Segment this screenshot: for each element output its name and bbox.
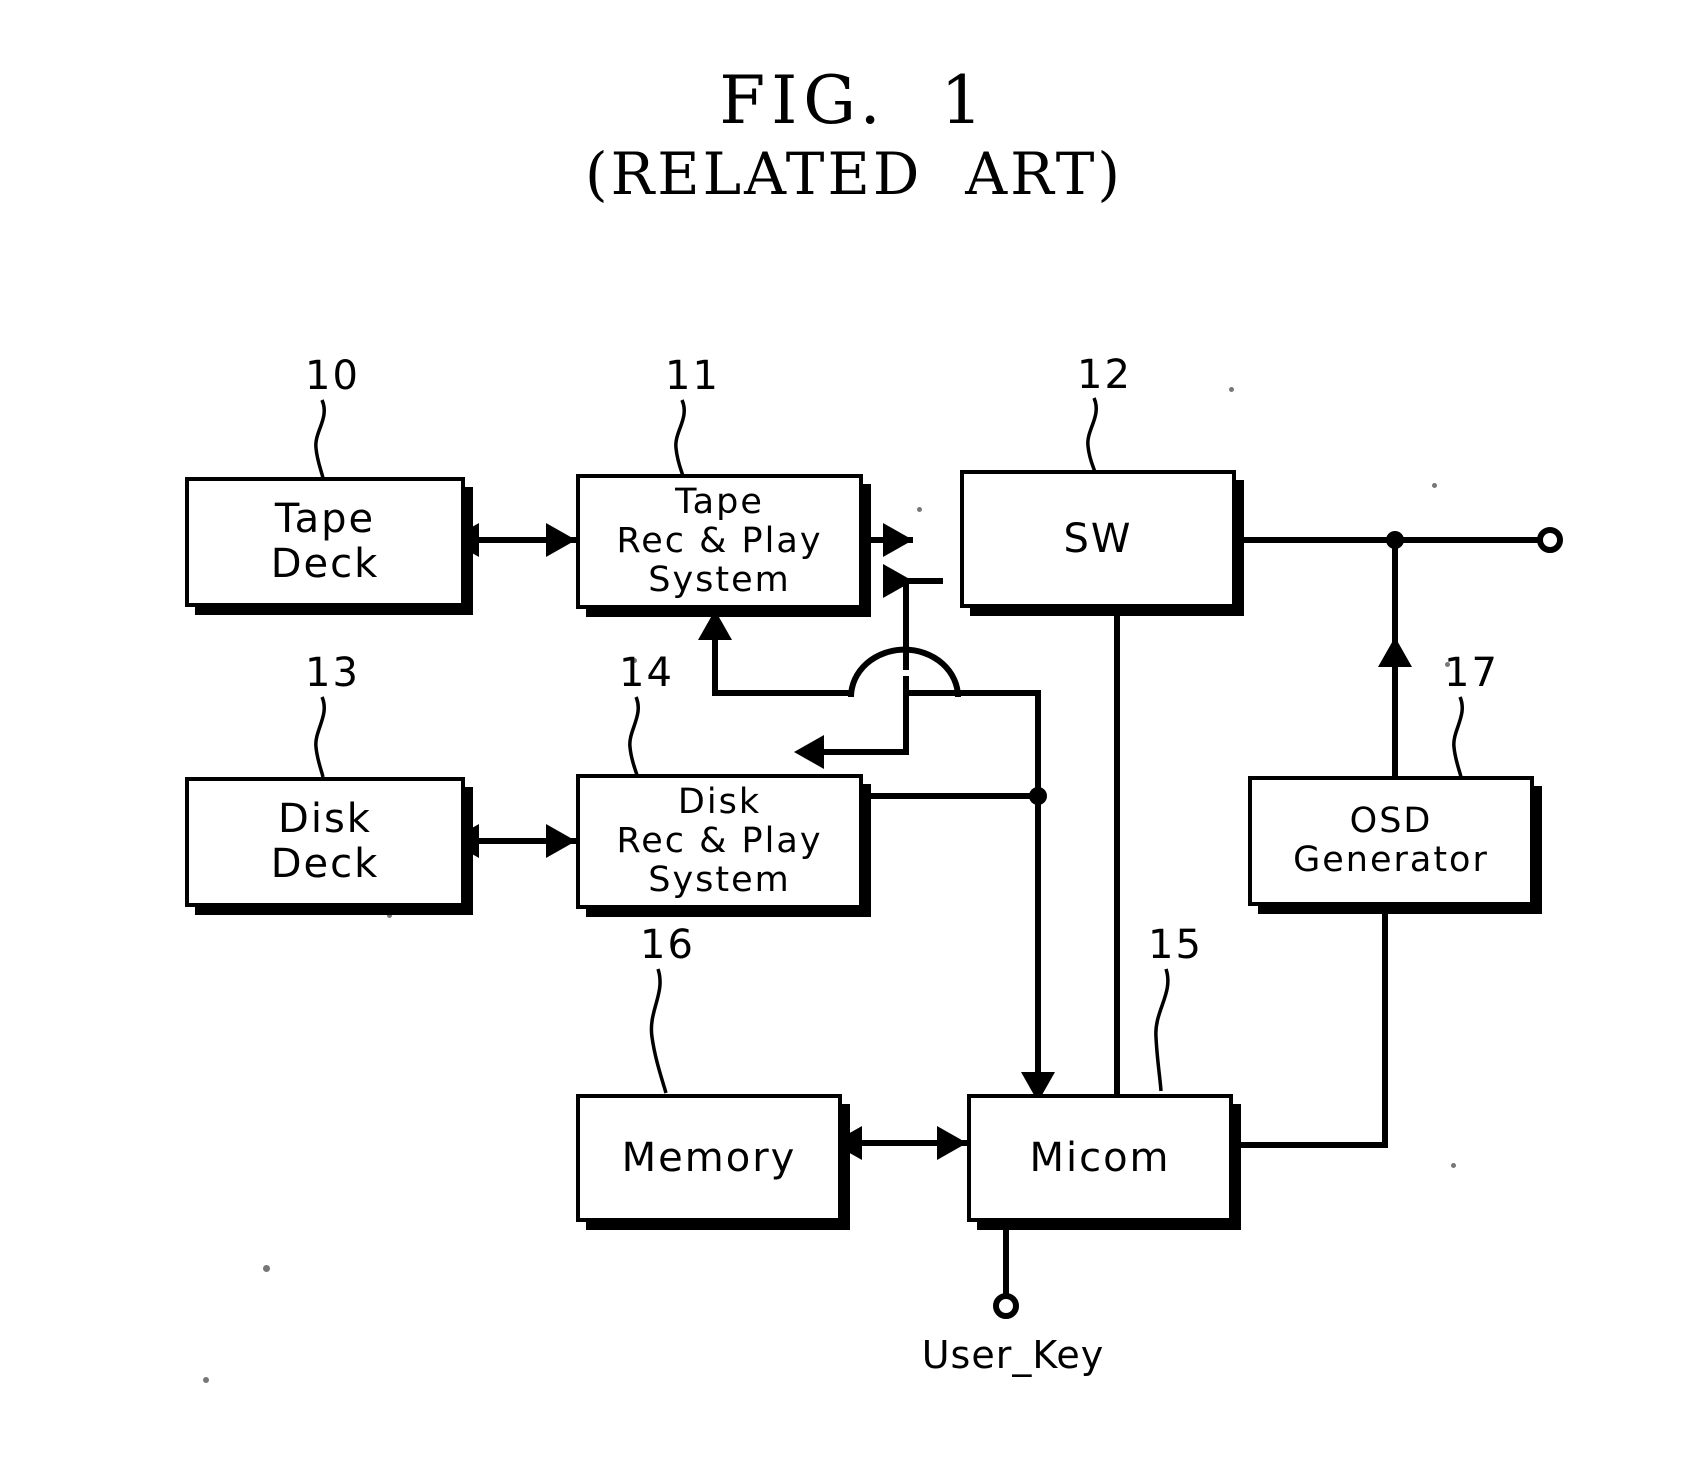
leader-line-17 [1452,696,1464,778]
block-osd-line-1: OSD [1349,800,1433,841]
arrowhead-right-taperecplay [546,523,576,557]
arrowhead-up-osd-to-swoutput [1378,637,1412,667]
leader-line-12 [1086,397,1098,473]
scan-speck [1451,1163,1456,1168]
block-sw[interactable]: SW [960,470,1236,608]
block-tape-rec-line-1: Tape [675,481,764,522]
ref-numeral-17: 17 [1444,650,1499,696]
junction-dot-control-bus [1029,787,1047,805]
wire-micom-to-osd-v [1382,880,1388,1145]
arrowhead-left-diskrecplay-upper [794,735,824,769]
scan-speck [917,507,922,512]
wire-hop-left-h [712,690,852,696]
figure-title: FIG. 1 [719,62,989,139]
block-disk-rec-line-3: System [648,860,791,901]
arrowhead-right-sw-lower [883,564,913,598]
ref-numeral-13: 13 [305,650,360,696]
block-disk-rec-line-1: Disk [677,781,762,822]
wire-hop-icon [848,646,961,698]
arrowhead-right-micom [937,1126,967,1160]
scan-speck [263,1265,270,1272]
block-memory[interactable]: Memory [576,1094,842,1222]
terminal-sw-output [1537,527,1563,553]
block-tape-rec-play-system[interactable]: Tape Rec & Play System [576,474,863,609]
block-tape-deck[interactable]: Tape Deck [185,477,465,607]
block-tape-rec-line-3: System [648,560,791,601]
arrowhead-right-sw [883,523,913,557]
block-tape-deck-line-1: Tape [274,496,376,543]
ref-numeral-10: 10 [305,353,360,399]
block-disk-rec-line-2: Rec & Play [616,820,823,861]
junction-dot-sw-output [1386,531,1404,549]
ref-numeral-15: 15 [1148,922,1203,968]
leader-line-16 [649,968,668,1094]
block-memory-line-1: Memory [621,1134,797,1181]
block-disk-deck[interactable]: Disk Deck [185,777,465,907]
block-disk-deck-line-2: Deck [270,841,380,887]
scan-speck [203,1377,209,1383]
leader-line-11 [674,399,686,477]
block-osd-generator[interactable]: OSD Generator [1248,776,1534,906]
scan-speck [1229,387,1234,392]
scan-speck [1432,483,1437,488]
arrowhead-up-taperecplay-bottom [698,610,732,640]
block-micom[interactable]: Micom [967,1094,1233,1222]
block-tape-deck-line-2: Deck [270,541,380,587]
ref-numeral-14: 14 [619,650,674,696]
leader-line-15 [1154,968,1170,1092]
leader-line-10 [314,399,326,479]
block-tape-rec-line-2: Rec & Play [616,520,823,561]
block-sw-line-1: SW [1063,515,1133,562]
block-osd-line-2: Generator [1293,840,1489,880]
block-disk-deck-line-1: Disk [278,796,372,843]
ref-numeral-16: 16 [640,922,695,968]
wire-userkey-to-micom [1003,1213,1009,1298]
block-micom-line-1: Micom [1029,1134,1171,1181]
arrowhead-right-diskrecplay [546,824,576,858]
leader-line-14 [628,696,640,776]
ref-numeral-11: 11 [665,353,720,399]
block-disk-rec-play-system[interactable]: Disk Rec & Play System [576,774,863,909]
user-key-label: User_Key [921,1333,1105,1377]
patent-figure-page: FIG. 1 (RELATED ART) User_Key Tape Deck … [0,0,1708,1461]
wire-trunk-to-diskrecplay [822,749,909,755]
wire-hop-left-v [712,640,718,693]
ref-numeral-12: 12 [1077,352,1132,398]
wire-micom-to-sw [1114,570,1120,1095]
figure-subtitle: (RELATED ART) [584,140,1124,208]
scan-speck [387,913,392,918]
leader-line-13 [314,696,326,778]
wire-micom-to-osd-h [1233,1142,1388,1148]
terminal-user-key [993,1293,1019,1319]
wire-hop-right-v [1035,690,1041,1102]
